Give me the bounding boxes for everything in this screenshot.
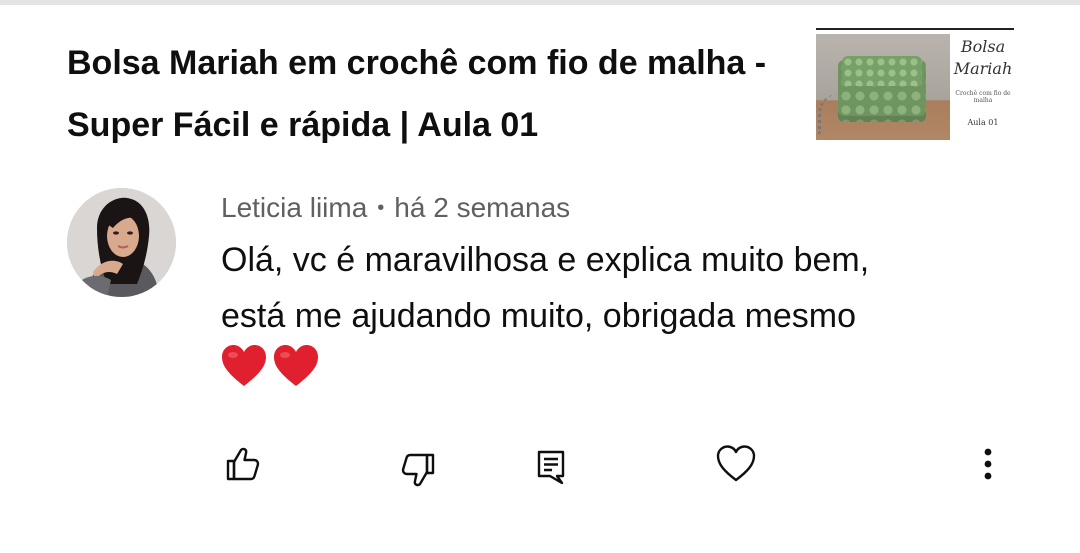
comment-detail-screen: Bolsa Mariah em crochê com fio de malha …: [0, 0, 1080, 553]
heart-emoji-icon: [221, 345, 273, 392]
meta-separator: •: [377, 197, 385, 219]
reply-icon: [537, 450, 565, 485]
avatar[interactable]: [67, 188, 176, 297]
comment: Leticia liima • há 2 semanas Olá, vc é mar…: [221, 186, 1021, 400]
thumbnail-photo: [816, 34, 950, 140]
thumbnail-title-line1: Bolsa: [960, 37, 1006, 56]
more-options-button[interactable]: [964, 440, 1012, 488]
thumbs-down-icon: [401, 453, 435, 487]
comment-time: há 2 semanas: [394, 192, 571, 223]
more-vert-icon: [984, 448, 992, 480]
thumbnail-caption: Bolsa Mariah Crochê com fio de malha Aul…: [952, 36, 1014, 127]
heart-emoji-icon: [273, 345, 321, 392]
heart-icon: [716, 445, 756, 482]
comment-text: Olá, vc é maravilhosa e explica muito be…: [221, 241, 870, 335]
comment-emoji: [221, 344, 1021, 400]
thumbnail-subtitle: Crochê com fio de malha: [955, 90, 1011, 104]
thumbnail-bag-flap: [842, 56, 922, 86]
thumbs-up-icon: [226, 447, 260, 481]
comment-author[interactable]: Leticia liima: [221, 192, 367, 223]
thumbnail-title-line2: Mariah: [953, 59, 1013, 78]
video-title[interactable]: Bolsa Mariah em crochê com fio de malha …: [67, 32, 767, 156]
avatar-photo: [67, 188, 176, 297]
top-divider: [0, 0, 1080, 5]
like-button[interactable]: [218, 440, 266, 488]
reply-button[interactable]: [527, 442, 575, 490]
comment-meta: Leticia liima • há 2 semanas: [221, 186, 1021, 230]
thumbnail-lesson: Aula 01: [967, 118, 999, 127]
video-thumbnail[interactable]: Bolsa Mariah Crochê com fio de malha Aul…: [816, 28, 1014, 140]
dislike-button[interactable]: [395, 446, 443, 494]
heart-button[interactable]: [712, 440, 760, 488]
